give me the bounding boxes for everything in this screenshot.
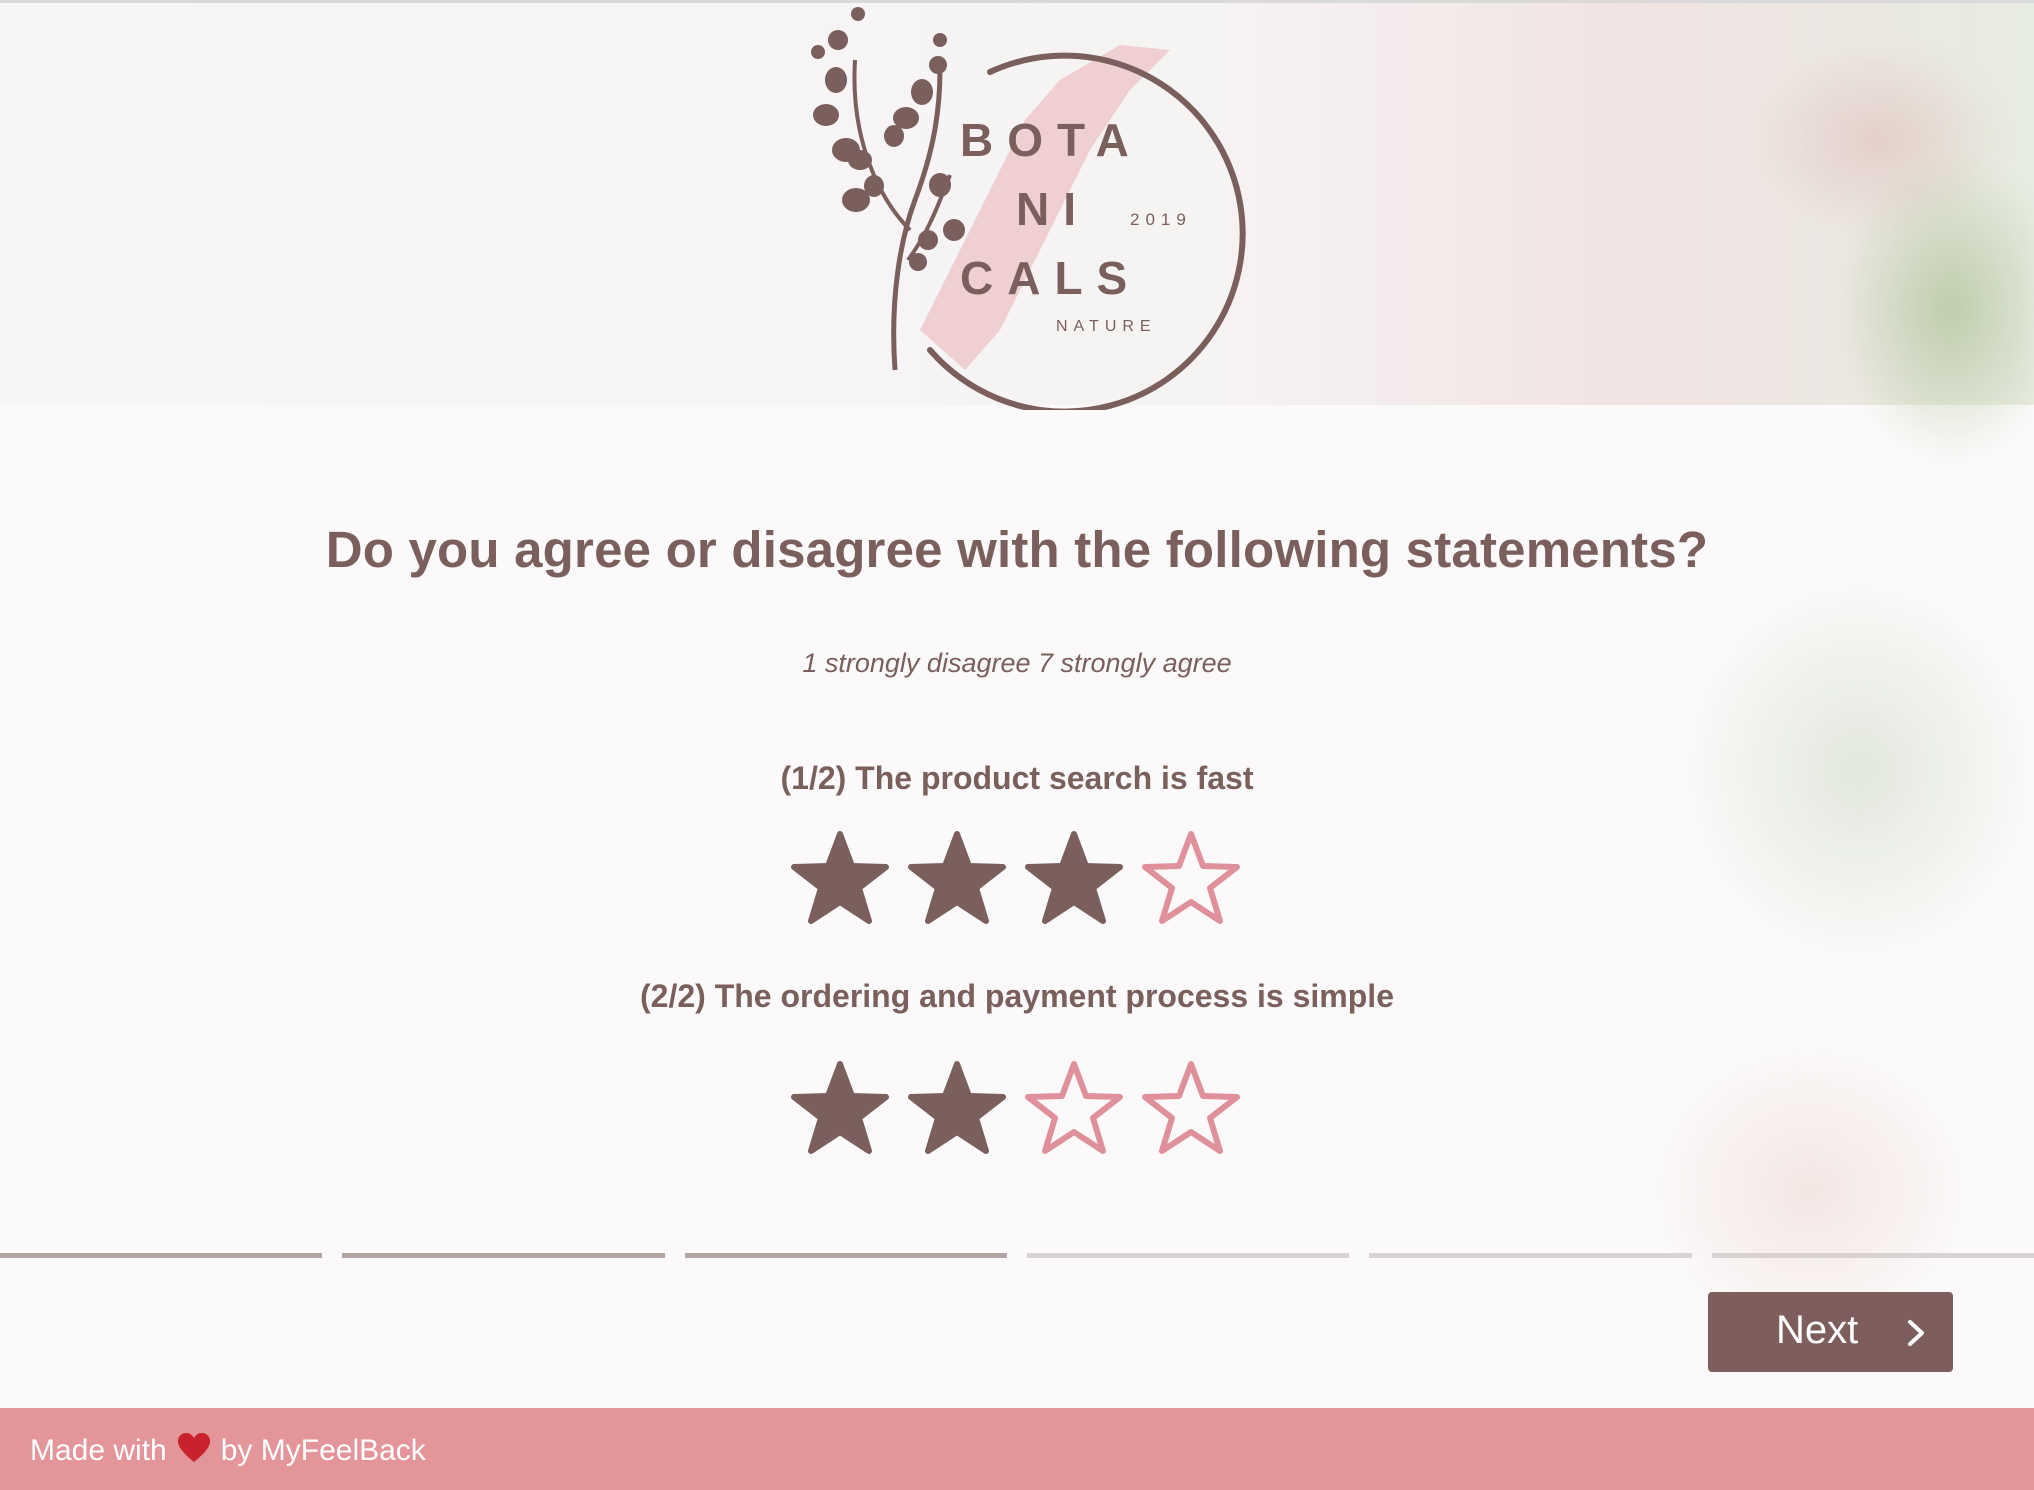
logo-text-line1: BOTA bbox=[960, 114, 1143, 166]
logo-text-line3: CALS bbox=[960, 252, 1141, 304]
chevron-right-icon bbox=[1908, 1320, 1924, 1346]
star-filled-icon[interactable] bbox=[907, 1058, 1007, 1158]
star-filled-icon[interactable] bbox=[790, 828, 890, 928]
footer-made-with: Made with bbox=[30, 1434, 167, 1467]
progress-bar bbox=[0, 1253, 2034, 1259]
statement-1-label: (1/2) The product search is fast bbox=[780, 760, 1254, 796]
progress-segment-complete bbox=[684, 1253, 1007, 1258]
botanicals-logo: BOTA NI CALS 2019 NATURE bbox=[790, 0, 1260, 415]
logo-text-line2: NI bbox=[1016, 183, 1090, 235]
footer-credit[interactable]: Made with by MyFeelBack bbox=[30, 1432, 426, 1470]
progress-segment-pending bbox=[1369, 1253, 1692, 1258]
statement-2-label: (2/2) The ordering and payment process i… bbox=[640, 978, 1394, 1014]
heart-icon bbox=[177, 1433, 210, 1462]
next-button[interactable]: Next bbox=[1708, 1292, 1953, 1372]
statement-2-star-rating[interactable] bbox=[790, 1058, 1260, 1168]
foliage-background-image bbox=[1334, 0, 2034, 1400]
logo-year: 2019 bbox=[1130, 210, 1192, 229]
star-empty-icon[interactable] bbox=[1141, 1058, 1241, 1158]
logo-tagline: NATURE bbox=[1056, 318, 1157, 335]
star-empty-icon[interactable] bbox=[1024, 1058, 1124, 1158]
star-filled-icon[interactable] bbox=[1024, 828, 1124, 928]
star-filled-icon[interactable] bbox=[907, 828, 1007, 928]
star-empty-icon[interactable] bbox=[1141, 828, 1241, 928]
progress-segment-complete bbox=[342, 1253, 665, 1258]
footer-bar: Made with by MyFeelBack bbox=[0, 1408, 2034, 1490]
scale-hint: 1 strongly disagree 7 strongly agree bbox=[802, 648, 1232, 678]
progress-segment-complete bbox=[0, 1253, 323, 1258]
question-title: Do you agree or disagree with the follow… bbox=[325, 521, 1709, 578]
next-button-label: Next bbox=[1776, 1308, 1859, 1352]
logo-graphic: BOTA NI CALS 2019 NATURE bbox=[811, 7, 1246, 415]
progress-segment-pending bbox=[1711, 1253, 2034, 1258]
star-filled-icon[interactable] bbox=[790, 1058, 890, 1158]
progress-segment-pending bbox=[1027, 1253, 1350, 1258]
statement-1-star-rating[interactable] bbox=[790, 828, 1260, 938]
footer-by-myfeelback: by MyFeelBack bbox=[220, 1434, 426, 1467]
